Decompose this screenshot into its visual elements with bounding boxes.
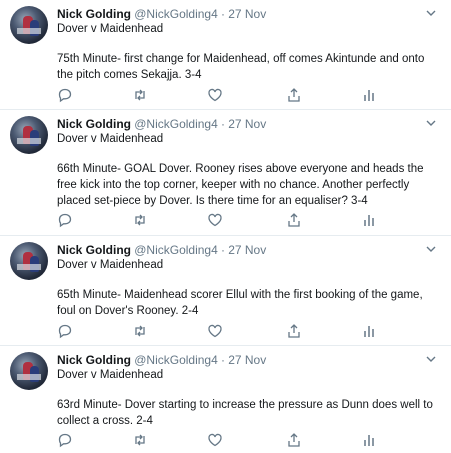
chevron-down-icon[interactable] [425, 354, 437, 364]
tweet-actions [57, 87, 387, 103]
retweet-icon[interactable] [132, 212, 148, 228]
tweet[interactable]: Nick Golding @NickGolding4 · 27 Nov Dove… [0, 110, 451, 236]
tweet-actions [57, 432, 387, 448]
tweet-subtitle: Dover v Maidenhead [57, 369, 164, 381]
retweet-icon[interactable] [132, 432, 148, 448]
author-handle[interactable]: @NickGolding4 [134, 243, 218, 257]
tweet-header: Nick Golding @NickGolding4 · 27 Nov [57, 117, 266, 131]
chevron-down-icon[interactable] [425, 244, 437, 254]
tweet-subtitle: Dover v Maidenhead [57, 133, 164, 145]
heart-icon[interactable] [207, 323, 223, 339]
tweet[interactable]: Nick Golding @NickGolding4 · 27 Nov Dove… [0, 236, 451, 346]
share-icon[interactable] [286, 87, 302, 103]
chevron-down-icon[interactable] [425, 118, 437, 128]
tweet-text: 66th Minute- GOAL Dover. Rooney rises ab… [57, 163, 424, 207]
tweet-subtitle: Dover v Maidenhead [57, 23, 164, 35]
separator: · [220, 243, 225, 257]
heart-icon[interactable] [207, 212, 223, 228]
reply-icon[interactable] [57, 212, 73, 228]
tweet-header: Nick Golding @NickGolding4 · 27 Nov [57, 7, 266, 21]
tweet-subtitle: Dover v Maidenhead [57, 259, 164, 271]
avatar[interactable] [10, 242, 48, 280]
author-handle[interactable]: @NickGolding4 [134, 7, 218, 21]
analytics-icon[interactable] [361, 432, 377, 448]
author-name[interactable]: Nick Golding [57, 7, 131, 21]
tweet-actions [57, 323, 387, 339]
separator: · [220, 117, 225, 131]
avatar[interactable] [10, 116, 48, 154]
tweet-text: 65th Minute- Maidenhead scorer Ellul wit… [57, 289, 423, 317]
author-name[interactable]: Nick Golding [57, 117, 131, 131]
separator: · [220, 7, 225, 21]
tweet-date[interactable]: 27 Nov [228, 117, 266, 131]
separator: · [220, 353, 225, 367]
author-name[interactable]: Nick Golding [57, 243, 131, 257]
tweet-date[interactable]: 27 Nov [228, 7, 266, 21]
reply-icon[interactable] [57, 323, 73, 339]
chevron-down-icon[interactable] [425, 8, 437, 18]
tweet-feed: Nick Golding @NickGolding4 · 27 Nov Dove… [0, 0, 451, 453]
avatar[interactable] [10, 352, 48, 390]
tweet-header: Nick Golding @NickGolding4 · 27 Nov [57, 353, 266, 367]
share-icon[interactable] [286, 212, 302, 228]
tweet-text: 75th Minute- first change for Maidenhead… [57, 53, 425, 81]
tweet-text: 63rd Minute- Dover starting to increase … [57, 399, 433, 427]
reply-icon[interactable] [57, 432, 73, 448]
tweet-actions [57, 212, 387, 228]
tweet-header: Nick Golding @NickGolding4 · 27 Nov [57, 243, 266, 257]
analytics-icon[interactable] [361, 323, 377, 339]
heart-icon[interactable] [207, 87, 223, 103]
share-icon[interactable] [286, 432, 302, 448]
author-name[interactable]: Nick Golding [57, 353, 131, 367]
avatar[interactable] [10, 6, 48, 44]
tweet[interactable]: Nick Golding @NickGolding4 · 27 Nov Dove… [0, 0, 451, 110]
author-handle[interactable]: @NickGolding4 [134, 117, 218, 131]
tweet-date[interactable]: 27 Nov [228, 353, 266, 367]
analytics-icon[interactable] [361, 212, 377, 228]
heart-icon[interactable] [207, 432, 223, 448]
retweet-icon[interactable] [132, 87, 148, 103]
author-handle[interactable]: @NickGolding4 [134, 353, 218, 367]
share-icon[interactable] [286, 323, 302, 339]
retweet-icon[interactable] [132, 323, 148, 339]
reply-icon[interactable] [57, 87, 73, 103]
analytics-icon[interactable] [361, 87, 377, 103]
tweet[interactable]: Nick Golding @NickGolding4 · 27 Nov Dove… [0, 346, 451, 453]
tweet-date[interactable]: 27 Nov [228, 243, 266, 257]
